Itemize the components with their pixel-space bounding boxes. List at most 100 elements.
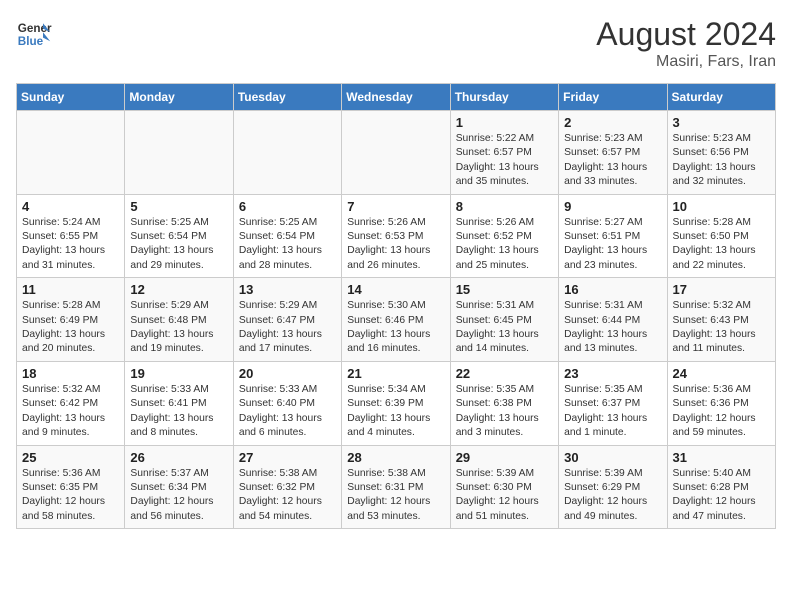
day-info: Sunrise: 5:25 AMSunset: 6:54 PMDaylight:… [130,216,227,274]
day-info: Sunrise: 5:37 AMSunset: 6:34 PMDaylight:… [130,467,227,525]
calendar-week-row: 25 Sunrise: 5:36 AMSunset: 6:35 PMDayligh… [17,445,776,529]
day-info: Sunrise: 5:28 AMSunset: 6:50 PMDaylight:… [673,216,770,274]
col-wednesday: Wednesday [342,84,450,111]
day-info: Sunrise: 5:32 AMSunset: 6:42 PMDaylight:… [22,383,119,441]
day-number: 13 [239,282,336,297]
calendar-cell: 15 Sunrise: 5:31 AMSunset: 6:45 PMDayligh… [450,278,558,362]
calendar-week-row: 11Sunrise: 5:28 AMSunset: 6:49 PMDayligh… [17,278,776,362]
day-info: Sunrise: 5:31 AMSunset: 6:44 PMDaylight:… [564,299,661,357]
logo-icon: General Blue [16,16,52,52]
calendar-cell: 9 Sunrise: 5:27 AMSunset: 6:51 PMDaylight… [559,194,667,278]
calendar-cell: 31 Sunrise: 5:40 AMSunset: 6:28 PMDayligh… [667,445,775,529]
calendar-cell [17,111,125,195]
calendar-cell: 19Sunrise: 5:33 AMSunset: 6:41 PMDayligh… [125,361,233,445]
calendar-header-row: Sunday Monday Tuesday Wednesday Thursday… [17,84,776,111]
calendar-cell: 27 Sunrise: 5:38 AMSunset: 6:32 PMDayligh… [233,445,341,529]
calendar-week-row: 18 Sunrise: 5:32 AMSunset: 6:42 PMDayligh… [17,361,776,445]
day-info: Sunrise: 5:27 AMSunset: 6:51 PMDaylight:… [564,216,661,274]
calendar-cell: 23 Sunrise: 5:35 AMSunset: 6:37 PMDayligh… [559,361,667,445]
calendar-cell: 28 Sunrise: 5:38 AMSunset: 6:31 PMDayligh… [342,445,450,529]
day-number: 20 [239,366,336,381]
day-info: Sunrise: 5:33 AMSunset: 6:40 PMDaylight:… [239,383,336,441]
day-info: Sunrise: 5:33 AMSunset: 6:41 PMDaylight:… [130,383,227,441]
day-info: Sunrise: 5:23 AMSunset: 6:57 PMDaylight:… [564,132,661,190]
calendar-cell: 12Sunrise: 5:29 AMSunset: 6:48 PMDayligh… [125,278,233,362]
day-number: 15 [456,282,553,297]
svg-text:Blue: Blue [18,35,44,48]
calendar-title: August 2024 [596,16,776,53]
day-info: Sunrise: 5:36 AMSunset: 6:35 PMDaylight:… [22,467,119,525]
calendar-cell [125,111,233,195]
day-number: 27 [239,450,336,465]
calendar-cell: 16 Sunrise: 5:31 AMSunset: 6:44 PMDayligh… [559,278,667,362]
day-number: 12 [130,282,227,297]
day-number: 3 [673,115,770,130]
day-number: 8 [456,199,553,214]
day-info: Sunrise: 5:23 AMSunset: 6:56 PMDaylight:… [673,132,770,190]
day-number: 14 [347,282,444,297]
day-number: 18 [22,366,119,381]
day-number: 17 [673,282,770,297]
calendar-cell: 1 Sunrise: 5:22 AMSunset: 6:57 PMDaylight… [450,111,558,195]
day-info: Sunrise: 5:22 AMSunset: 6:57 PMDaylight:… [456,132,553,190]
day-info: Sunrise: 5:36 AMSunset: 6:36 PMDaylight:… [673,383,770,441]
day-number: 25 [22,450,119,465]
day-info: Sunrise: 5:38 AMSunset: 6:32 PMDaylight:… [239,467,336,525]
day-number: 22 [456,366,553,381]
calendar-subtitle: Masiri, Fars, Iran [596,53,776,71]
day-info: Sunrise: 5:39 AMSunset: 6:30 PMDaylight:… [456,467,553,525]
day-number: 23 [564,366,661,381]
day-info: Sunrise: 5:31 AMSunset: 6:45 PMDaylight:… [456,299,553,357]
calendar-cell: 2 Sunrise: 5:23 AMSunset: 6:57 PMDaylight… [559,111,667,195]
day-info: Sunrise: 5:38 AMSunset: 6:31 PMDaylight:… [347,467,444,525]
day-info: Sunrise: 5:24 AMSunset: 6:55 PMDaylight:… [22,216,119,274]
day-number: 29 [456,450,553,465]
col-monday: Monday [125,84,233,111]
day-info: Sunrise: 5:35 AMSunset: 6:37 PMDaylight:… [564,383,661,441]
day-number: 21 [347,366,444,381]
col-thursday: Thursday [450,84,558,111]
calendar-cell: 22 Sunrise: 5:35 AMSunset: 6:38 PMDayligh… [450,361,558,445]
day-info: Sunrise: 5:34 AMSunset: 6:39 PMDaylight:… [347,383,444,441]
day-number: 31 [673,450,770,465]
page-header: General Blue August 2024 Masiri, Fars, I… [16,16,776,71]
day-number: 24 [673,366,770,381]
day-info: Sunrise: 5:32 AMSunset: 6:43 PMDaylight:… [673,299,770,357]
title-block: August 2024 Masiri, Fars, Iran [596,16,776,71]
day-number: 16 [564,282,661,297]
calendar-week-row: 4 Sunrise: 5:24 AMSunset: 6:55 PMDaylight… [17,194,776,278]
col-saturday: Saturday [667,84,775,111]
day-number: 28 [347,450,444,465]
day-number: 30 [564,450,661,465]
day-number: 26 [130,450,227,465]
day-info: Sunrise: 5:28 AMSunset: 6:49 PMDaylight:… [22,299,119,357]
day-number: 9 [564,199,661,214]
calendar-cell: 18 Sunrise: 5:32 AMSunset: 6:42 PMDayligh… [17,361,125,445]
calendar-cell [342,111,450,195]
calendar-cell: 8Sunrise: 5:26 AMSunset: 6:52 PMDaylight… [450,194,558,278]
calendar-cell: 13 Sunrise: 5:29 AMSunset: 6:47 PMDayligh… [233,278,341,362]
calendar-cell: 25 Sunrise: 5:36 AMSunset: 6:35 PMDayligh… [17,445,125,529]
calendar-cell: 26 Sunrise: 5:37 AMSunset: 6:34 PMDayligh… [125,445,233,529]
calendar-cell [233,111,341,195]
calendar-table: Sunday Monday Tuesday Wednesday Thursday… [16,83,776,529]
day-number: 4 [22,199,119,214]
calendar-cell: 21 Sunrise: 5:34 AMSunset: 6:39 PMDayligh… [342,361,450,445]
logo: General Blue [16,16,52,52]
day-number: 1 [456,115,553,130]
calendar-cell: 7Sunrise: 5:26 AMSunset: 6:53 PMDaylight… [342,194,450,278]
calendar-cell: 20 Sunrise: 5:33 AMSunset: 6:40 PMDayligh… [233,361,341,445]
day-info: Sunrise: 5:35 AMSunset: 6:38 PMDaylight:… [456,383,553,441]
calendar-cell: 6Sunrise: 5:25 AMSunset: 6:54 PMDaylight… [233,194,341,278]
day-number: 2 [564,115,661,130]
day-info: Sunrise: 5:40 AMSunset: 6:28 PMDaylight:… [673,467,770,525]
col-tuesday: Tuesday [233,84,341,111]
day-info: Sunrise: 5:29 AMSunset: 6:47 PMDaylight:… [239,299,336,357]
calendar-cell: 24 Sunrise: 5:36 AMSunset: 6:36 PMDayligh… [667,361,775,445]
calendar-cell: 3 Sunrise: 5:23 AMSunset: 6:56 PMDaylight… [667,111,775,195]
day-info: Sunrise: 5:26 AMSunset: 6:53 PMDaylight:… [347,216,444,274]
day-number: 6 [239,199,336,214]
calendar-cell: 29 Sunrise: 5:39 AMSunset: 6:30 PMDayligh… [450,445,558,529]
calendar-week-row: 1 Sunrise: 5:22 AMSunset: 6:57 PMDaylight… [17,111,776,195]
day-info: Sunrise: 5:39 AMSunset: 6:29 PMDaylight:… [564,467,661,525]
